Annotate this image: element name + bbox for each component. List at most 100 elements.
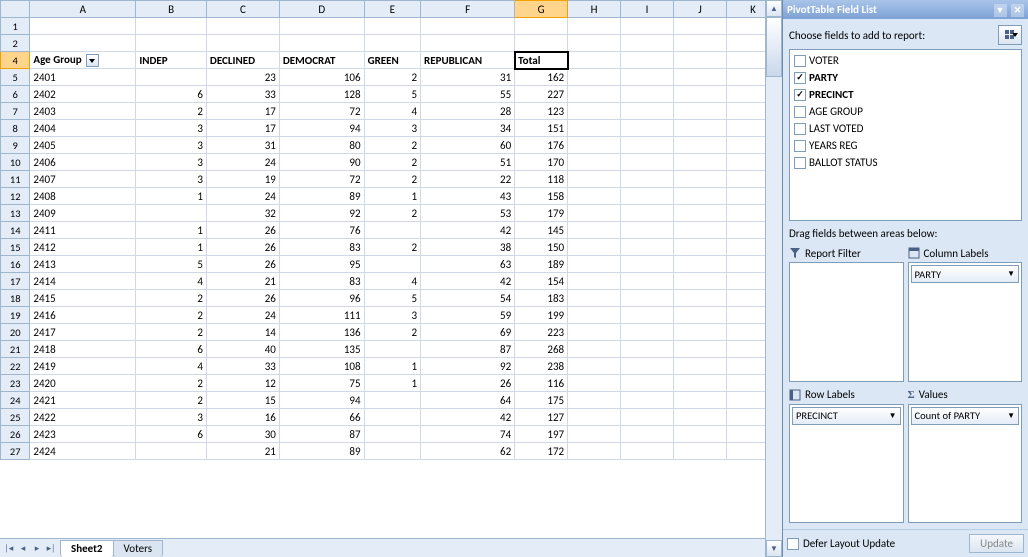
cell[interactable]: 72 [279,103,364,120]
field-item-precinct[interactable]: ✓PRECINCT [792,86,1019,103]
cell[interactable] [621,409,674,426]
cell[interactable]: 123 [515,103,568,120]
column-header-B[interactable]: B [136,1,207,18]
cell[interactable]: 118 [515,171,568,188]
column-header-A[interactable]: A [30,1,136,18]
cell[interactable]: 2415 [30,290,136,307]
cell[interactable]: 5 [364,290,420,307]
row-header[interactable]: 18 [1,290,30,307]
cell[interactable] [726,409,765,426]
update-button[interactable]: Update [969,534,1024,553]
cell[interactable] [621,35,674,52]
cell[interactable]: 2 [364,137,420,154]
cell[interactable]: 26 [206,239,279,256]
cell[interactable] [568,375,621,392]
cell[interactable] [621,290,674,307]
cell[interactable] [674,375,727,392]
cell[interactable]: 2405 [30,137,136,154]
pivot-header-cell[interactable]: DEMOCRAT [279,52,364,69]
scroll-thumb[interactable] [766,17,782,77]
cell[interactable]: 1 [136,239,207,256]
cell[interactable]: 179 [515,205,568,222]
cell[interactable] [726,375,765,392]
cell[interactable] [674,256,727,273]
cell[interactable]: 89 [279,443,364,460]
cell[interactable] [568,443,621,460]
cell[interactable]: 268 [515,341,568,358]
cell[interactable] [674,120,727,137]
row-header[interactable]: 17 [1,273,30,290]
cell[interactable] [674,273,727,290]
cell[interactable]: 26 [421,375,515,392]
cell[interactable]: 24 [206,154,279,171]
cell[interactable] [621,426,674,443]
field-item-party[interactable]: ✓PARTY [792,69,1019,86]
cell[interactable]: 94 [279,392,364,409]
cell[interactable] [674,154,727,171]
cell[interactable] [726,290,765,307]
cell[interactable] [674,324,727,341]
cell[interactable] [421,18,515,35]
cell[interactable] [726,154,765,171]
row-header[interactable]: 9 [1,137,30,154]
cell[interactable]: 42 [421,222,515,239]
cell[interactable]: 26 [206,290,279,307]
cell[interactable]: 151 [515,120,568,137]
cell[interactable]: 96 [279,290,364,307]
cell[interactable] [621,18,674,35]
column-labels-area[interactable]: PARTY▼ [908,262,1023,382]
cell[interactable]: 2419 [30,358,136,375]
cell[interactable]: 3 [136,409,207,426]
area-field-chip[interactable]: PARTY▼ [911,265,1020,283]
cell[interactable]: 150 [515,239,568,256]
cell[interactable]: 53 [421,205,515,222]
cell[interactable]: 33 [206,358,279,375]
cell[interactable]: 30 [206,426,279,443]
cell[interactable] [674,358,727,375]
cell[interactable]: 55 [421,86,515,103]
cell[interactable]: 2424 [30,443,136,460]
cell[interactable]: 14 [206,324,279,341]
field-item-age-group[interactable]: AGE GROUP [792,103,1019,120]
cell[interactable] [726,324,765,341]
cell[interactable]: 2 [364,205,420,222]
cell[interactable] [515,18,568,35]
cell[interactable] [621,205,674,222]
cell[interactable]: 6 [136,426,207,443]
cell[interactable]: 3 [136,154,207,171]
cell[interactable]: 2 [136,375,207,392]
cell[interactable] [568,358,621,375]
cell[interactable]: 2404 [30,120,136,137]
layout-options-button[interactable] [998,25,1022,45]
cell[interactable] [726,120,765,137]
cell[interactable]: 2411 [30,222,136,239]
row-header[interactable]: 26 [1,426,30,443]
column-header-F[interactable]: F [421,1,515,18]
cell[interactable] [726,239,765,256]
cell[interactable]: 2 [364,171,420,188]
cell[interactable] [674,171,727,188]
cell[interactable]: 2 [364,324,420,341]
cell[interactable]: 2 [364,69,420,86]
area-field-chip[interactable]: PRECINCT▼ [792,407,901,425]
column-header-E[interactable]: E [364,1,420,18]
pivot-header-cell[interactable]: REPUBLICAN [421,52,515,69]
cell[interactable] [30,18,136,35]
report-filter-area[interactable] [789,262,904,382]
cell[interactable] [726,18,765,35]
cell[interactable] [568,171,621,188]
cell[interactable]: 2423 [30,426,136,443]
cell[interactable] [568,35,621,52]
cell[interactable]: 5 [136,256,207,273]
cell[interactable]: 4 [136,273,207,290]
cell[interactable] [726,188,765,205]
cell[interactable]: 90 [279,154,364,171]
cell[interactable] [568,137,621,154]
cell[interactable]: 176 [515,137,568,154]
scroll-down-button[interactable]: ▼ [766,540,782,557]
cell[interactable] [621,103,674,120]
cell[interactable]: 145 [515,222,568,239]
cell[interactable] [621,120,674,137]
cell[interactable] [136,443,207,460]
pivot-header-cell[interactable]: DECLINED [206,52,279,69]
